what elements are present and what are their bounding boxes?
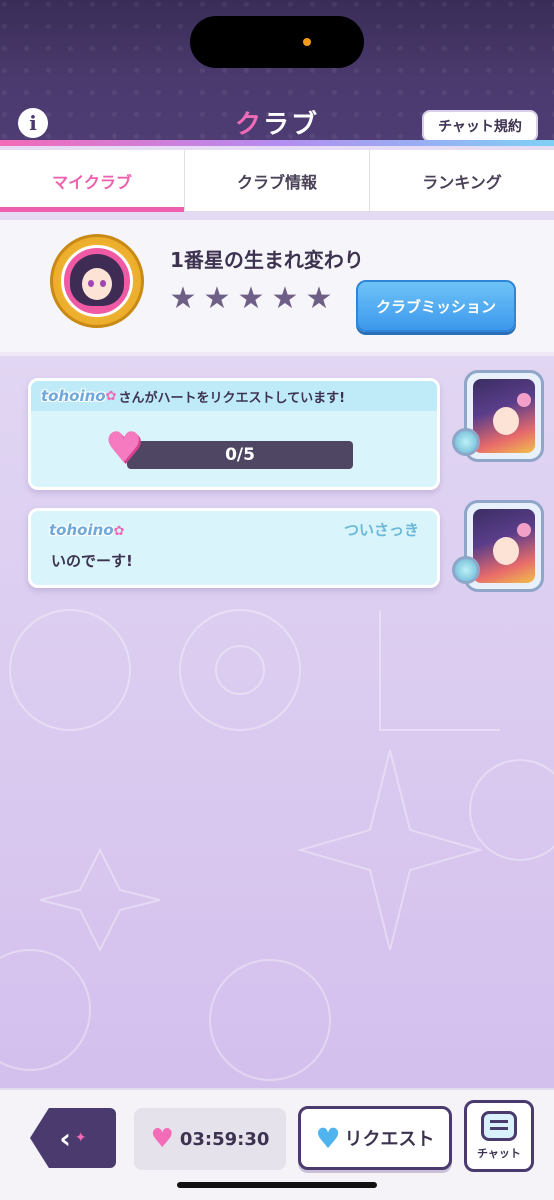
tab-club-info[interactable]: クラブ情報 — [185, 150, 370, 211]
device-notch — [190, 16, 364, 68]
app-header: i クラブ チャット規約 — [0, 0, 554, 146]
star-icon: ★ — [203, 281, 231, 316]
avatar-eye-right — [100, 280, 106, 287]
club-name: 1番星の生まれ変わり — [170, 248, 364, 272]
heart-progress-bar: 0/5 — [127, 441, 353, 469]
chat-rules-button[interactable]: チャット規約 — [422, 110, 538, 142]
home-indicator[interactable] — [177, 1182, 377, 1188]
heart-icon: ♥ — [150, 1124, 174, 1154]
heart-timer: ♥ 03:59:30 — [134, 1108, 286, 1170]
avatar-hairclip — [517, 393, 531, 407]
message-header: tohoino ✿ さんがハートをリクエストしています! — [31, 381, 437, 411]
message-text: いのでーす! — [51, 552, 133, 570]
back-button[interactable]: ‹ ✦ — [30, 1108, 116, 1168]
star-icon: ★ — [169, 281, 197, 316]
request-button[interactable]: ♥ リクエスト — [298, 1106, 452, 1170]
club-avatar-icon — [61, 245, 133, 317]
avatar-face — [82, 268, 112, 300]
page-title-rest: ラブ — [263, 110, 320, 140]
back-arrow-icon: ‹ — [59, 1121, 71, 1155]
chat-message: tohoino✿ ついさっき いのでーす! — [28, 508, 440, 588]
flower-icon: ✿ — [105, 388, 117, 404]
club-emblem[interactable] — [50, 234, 144, 328]
message-text: さんがハートをリクエストしています! — [118, 390, 346, 406]
heart-request-message: tohoino ✿ さんがハートをリクエストしています! 0/5 ♥ — [28, 378, 440, 490]
star-icon: ★ — [305, 281, 333, 316]
club-summary-card: 1番星の生まれ変わり ★ ★ ★ ★ ★ クラブミッション — [0, 220, 554, 356]
message-header: tohoino✿ ついさっき — [31, 511, 437, 540]
chat-label: チャット — [477, 1147, 521, 1160]
page-title-accent: ク — [234, 110, 263, 140]
avatar-hairclip — [517, 523, 531, 537]
flower-icon: ✿ — [113, 524, 125, 539]
message-timestamp: ついさっき — [343, 521, 419, 539]
club-rank-stars: ★ ★ ★ ★ ★ — [168, 284, 334, 314]
heart-icon: ♥ — [105, 423, 143, 472]
avatar-portrait — [473, 509, 535, 583]
blue-heart-icon: ♥ — [315, 1121, 341, 1155]
star-icon: ★ — [237, 281, 265, 316]
message-username-wrap: tohoino✿ — [49, 520, 127, 539]
tab-ranking[interactable]: ランキング — [370, 150, 554, 211]
club-mission-button[interactable]: クラブミッション — [356, 280, 516, 332]
avatar-gem-icon — [452, 428, 480, 456]
request-label: リクエスト — [344, 1129, 435, 1150]
avatar-face — [493, 537, 519, 565]
background-pattern — [0, 609, 554, 1081]
avatar-face — [493, 407, 519, 435]
avatar-eye-left — [88, 280, 94, 287]
timer-value: 03:59:30 — [179, 1128, 270, 1150]
avatar-portrait — [473, 379, 535, 453]
message-username[interactable]: tohoino — [49, 521, 114, 539]
tab-my-club[interactable]: マイクラブ — [0, 150, 185, 212]
camera-indicator — [303, 38, 311, 46]
avatar-gem-icon — [452, 556, 480, 584]
tab-bar: マイクラブ クラブ情報 ランキング — [0, 150, 554, 212]
sparkle-icon: ✦ — [74, 1130, 87, 1146]
chat-bubble-icon — [481, 1111, 517, 1141]
chat-button[interactable]: チャット — [464, 1100, 534, 1172]
message-username[interactable]: tohoino — [41, 387, 106, 405]
heart-progress[interactable]: 0/5 ♥ — [31, 411, 437, 497]
star-icon: ★ — [271, 281, 299, 316]
